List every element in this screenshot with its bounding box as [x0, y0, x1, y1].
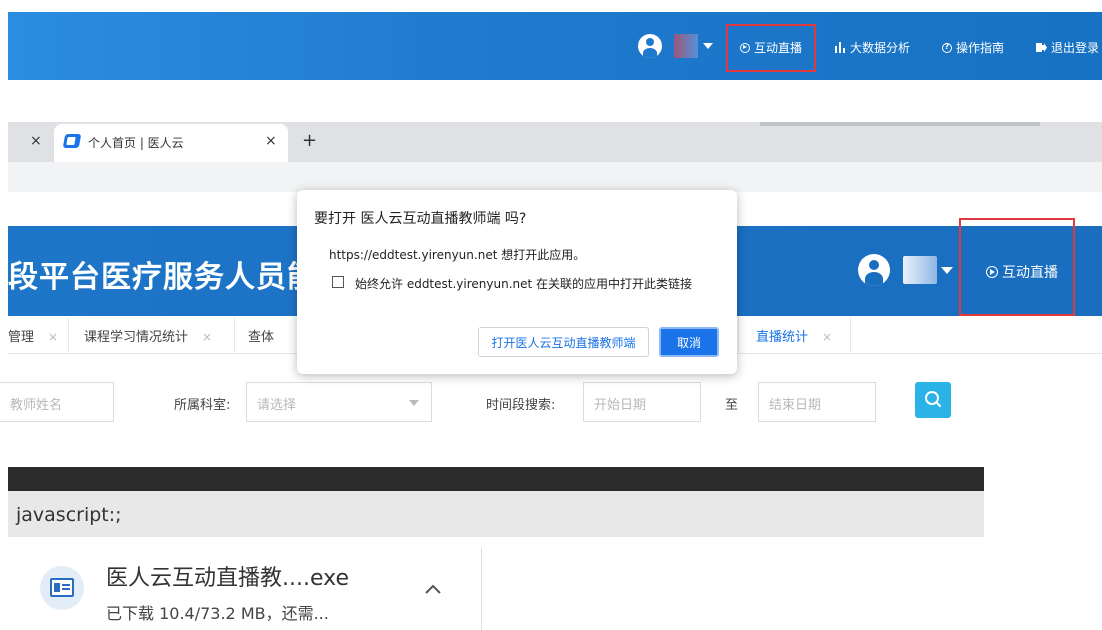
tab-divider — [68, 318, 69, 352]
chevron-down-icon — [409, 400, 419, 406]
new-tab-icon[interactable]: + — [302, 130, 317, 151]
subtab-live-stats[interactable]: 直播统计 × — [756, 326, 832, 345]
download-progress-text: 已下载 10.4/73.2 MB，还需... — [106, 604, 329, 623]
subtab-exam[interactable]: 查体 — [248, 326, 274, 345]
subtab-management[interactable]: 管理 × — [8, 326, 58, 345]
download-divider — [481, 548, 482, 630]
dept-select[interactable]: 请选择 — [246, 382, 432, 422]
subtab-course-stats[interactable]: 课程学习情况统计 × — [84, 326, 212, 345]
highlight-box-live — [726, 24, 816, 72]
question-circle-icon: ? — [942, 42, 952, 53]
status-bar — [8, 491, 984, 537]
end-date-input[interactable]: 结束日期 — [758, 382, 876, 422]
search-icon — [925, 391, 941, 407]
nav-guide[interactable]: ? 操作指南 — [942, 39, 1004, 56]
tab-close-icon[interactable]: × — [265, 133, 277, 149]
subtab-close-icon[interactable]: × — [822, 330, 832, 344]
screenshot-collage: 互动直播 大数据分析 ? 操作指南 退出登录 × 个人首页 | 医人云 × + … — [0, 0, 1102, 630]
tab-divider — [738, 318, 739, 352]
nav-big-data[interactable]: 大数据分析 — [835, 39, 910, 56]
search-button[interactable] — [915, 382, 951, 418]
open-app-button[interactable]: 打开医人云互动直播教师端 — [478, 327, 649, 357]
bar-chart-icon — [835, 42, 845, 53]
open-app-dialog: 要打开 医人云互动直播教师端 吗? https://eddtest.yireny… — [297, 190, 737, 374]
status-url: javascript:; — [16, 504, 122, 526]
browser-dark-strip — [8, 467, 984, 491]
chevron-up-icon — [425, 584, 441, 594]
always-allow-label: 始终允许 eddtest.yirenyun.net 在关联的应用中打开此类链接 — [355, 277, 693, 291]
installer-file-icon — [40, 566, 84, 610]
tab-divider — [850, 318, 851, 352]
subtab-close-icon[interactable]: × — [202, 330, 212, 344]
address-bar-area — [8, 162, 1102, 192]
download-expand-button[interactable] — [424, 580, 442, 599]
user-menu-caret-icon[interactable] — [941, 267, 953, 274]
user-avatar-icon[interactable] — [638, 34, 662, 58]
tab-title: 个人首页 | 医人云 — [88, 136, 184, 150]
teacher-name-input[interactable]: 教师姓名 — [0, 382, 114, 422]
tab-divider — [234, 318, 235, 352]
user-menu-caret-icon[interactable] — [703, 43, 713, 49]
prev-tab-close-icon[interactable]: × — [30, 133, 42, 149]
dialog-message: https://eddtest.yirenyun.net 想打开此应用。 — [329, 248, 586, 262]
user-avatar-icon[interactable] — [858, 254, 890, 286]
logout-icon — [1036, 43, 1047, 52]
nav-logout[interactable]: 退出登录 — [1036, 39, 1099, 56]
dialog-title: 要打开 医人云互动直播教师端 吗? — [314, 211, 527, 227]
download-filename[interactable]: 医人云互动直播教....exe — [106, 560, 349, 592]
tab-strip-shadow — [760, 122, 1040, 126]
subtab-close-icon[interactable]: × — [48, 330, 58, 344]
to-label: 至 — [725, 398, 739, 413]
highlight-box-app-live — [959, 218, 1075, 316]
period-label: 时间段搜索: — [486, 398, 556, 413]
always-allow-checkbox[interactable] — [332, 276, 344, 288]
start-date-input[interactable]: 开始日期 — [583, 382, 701, 422]
cancel-button[interactable]: 取消 — [659, 327, 719, 357]
username-blurred — [903, 256, 937, 284]
dept-label: 所属科室: — [174, 398, 231, 413]
username-blurred — [674, 34, 698, 58]
top-header-bar — [8, 12, 1102, 80]
site-favicon-icon — [62, 134, 82, 148]
